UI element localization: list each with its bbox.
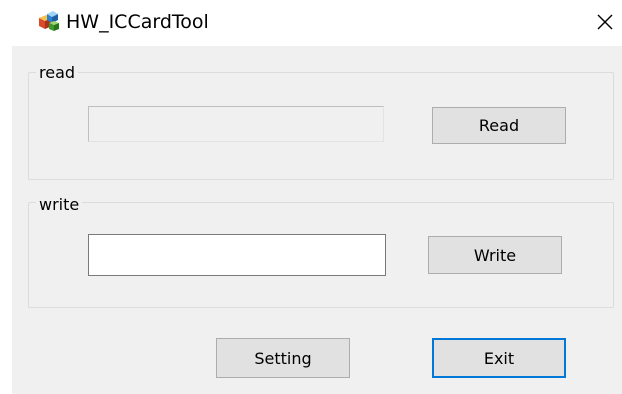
app-icon	[36, 9, 60, 33]
write-button[interactable]: Write	[428, 236, 562, 274]
client-area: read Read write Write Setting Exit	[12, 46, 622, 394]
close-icon	[597, 14, 613, 30]
title-bar[interactable]: HW_ICCardTool	[0, 0, 622, 46]
window-title: HW_ICCardTool	[66, 11, 209, 33]
setting-button[interactable]: Setting	[216, 338, 350, 378]
write-input[interactable]	[88, 234, 386, 276]
read-group-label: read	[36, 64, 79, 82]
exit-button[interactable]: Exit	[432, 338, 566, 378]
write-group-label: write	[36, 196, 83, 214]
app-window: HW_ICCardTool read Read write Write Sett…	[0, 0, 622, 394]
read-output-field	[88, 106, 384, 142]
read-button[interactable]: Read	[432, 107, 566, 144]
close-button[interactable]	[592, 9, 618, 35]
